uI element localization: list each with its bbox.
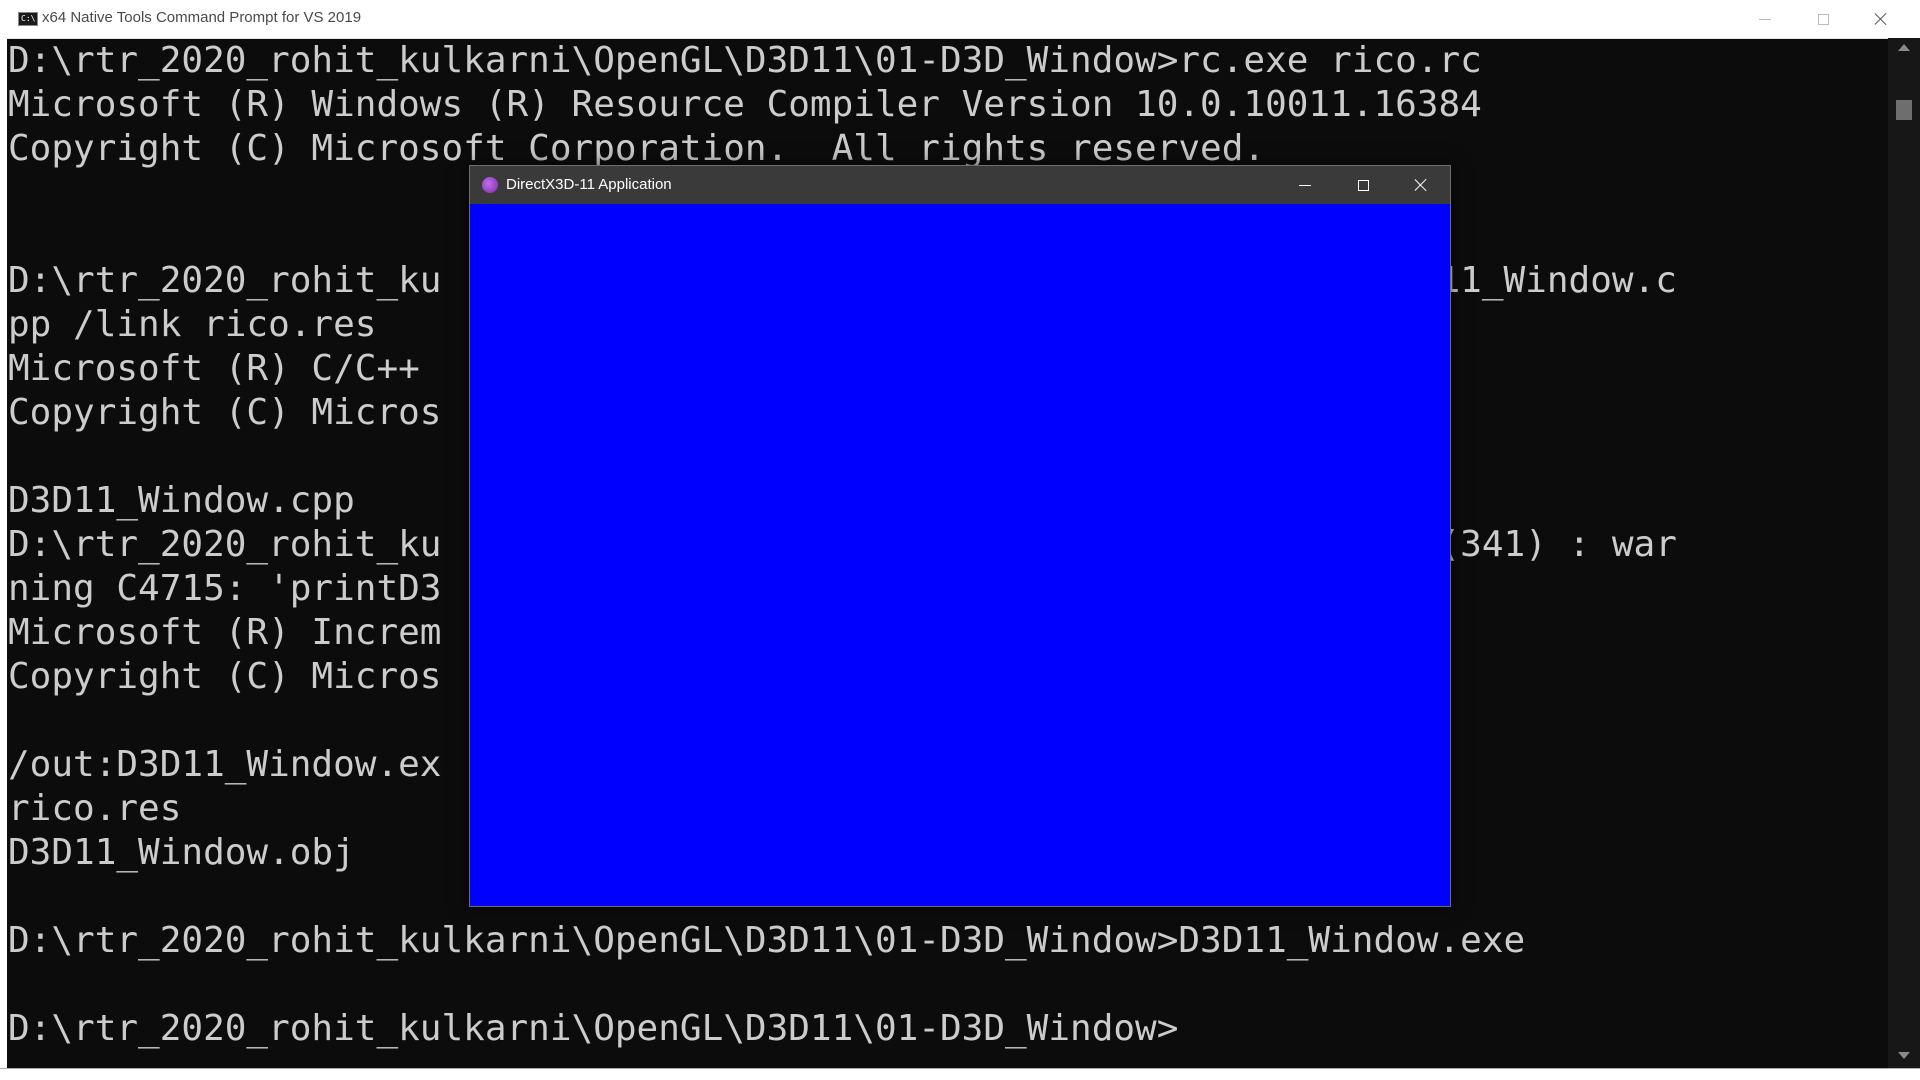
maximize-icon — [1817, 13, 1829, 25]
console-line: Microsoft (R) Windows (R) Resource Compi… — [8, 84, 1482, 125]
minimize-icon — [1299, 184, 1311, 186]
dx-close-button[interactable] — [1392, 166, 1450, 204]
cmd-icon: C:\ — [18, 12, 38, 26]
console-line: D:\rtr_2020_rohit_kulkarni\OpenGL\D3D11\… — [8, 40, 1482, 81]
maximize-icon — [1357, 179, 1369, 191]
console-minimize-button[interactable] — [1736, 0, 1794, 38]
scroll-up-icon[interactable] — [1898, 44, 1910, 51]
window-border-bottom — [0, 1068, 1920, 1080]
console-close-button[interactable] — [1852, 0, 1910, 38]
dx-titlebar[interactable]: DirectX3D-11 Application — [470, 166, 1450, 204]
console-title: x64 Native Tools Command Prompt for VS 2… — [42, 9, 362, 26]
app-icon — [482, 177, 498, 193]
window-border — [0, 38, 7, 1080]
scroll-down-icon[interactable] — [1898, 1052, 1910, 1059]
directx-app-window[interactable]: DirectX3D-11 Application — [469, 165, 1451, 907]
console-titlebar[interactable]: C:\ x64 Native Tools Command Prompt for … — [0, 0, 1920, 39]
dx-window-title: DirectX3D-11 Application — [506, 176, 672, 193]
console-line: D:\rtr_2020_rohit_kulkarni\OpenGL\D3D11\… — [8, 1008, 1179, 1049]
vertical-scrollbar[interactable] — [1888, 38, 1920, 1068]
scroll-thumb[interactable] — [1896, 100, 1912, 120]
close-icon — [1874, 12, 1888, 26]
dx-minimize-button[interactable] — [1276, 166, 1334, 204]
console-line: D:\rtr_2020_rohit_kulkarni\OpenGL\D3D11\… — [8, 920, 1526, 961]
minimize-icon — [1759, 18, 1771, 20]
console-maximize-button[interactable] — [1794, 0, 1852, 38]
dx-client-area[interactable] — [470, 204, 1450, 906]
close-icon — [1414, 178, 1428, 192]
dx-maximize-button[interactable] — [1334, 166, 1392, 204]
